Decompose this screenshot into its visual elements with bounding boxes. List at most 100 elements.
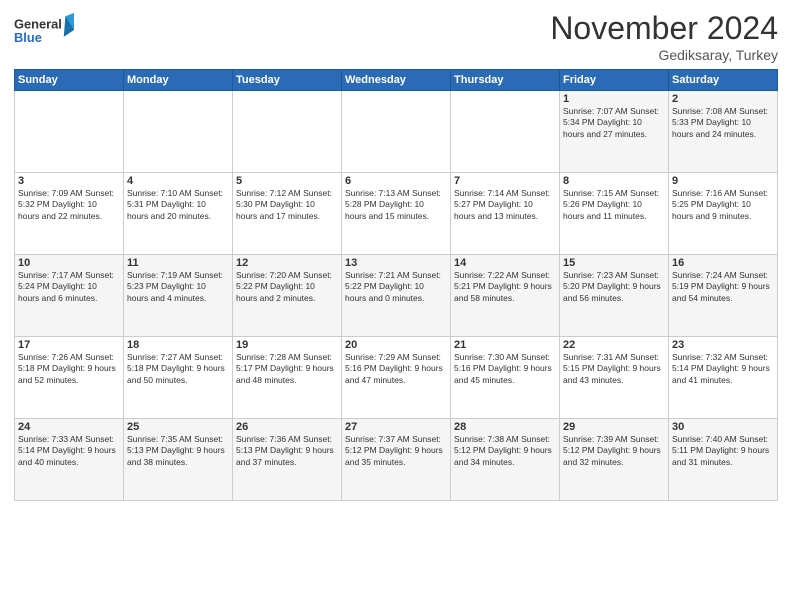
day-number: 21 xyxy=(454,339,556,351)
day-info: Sunrise: 7:35 AM Sunset: 5:13 PM Dayligh… xyxy=(127,434,229,468)
day-number: 4 xyxy=(127,175,229,187)
day-number: 20 xyxy=(345,339,447,351)
calendar-cell: 26Sunrise: 7:36 AM Sunset: 5:13 PM Dayli… xyxy=(233,419,342,501)
calendar-cell: 20Sunrise: 7:29 AM Sunset: 5:16 PM Dayli… xyxy=(342,337,451,419)
day-number: 27 xyxy=(345,421,447,433)
day-info: Sunrise: 7:30 AM Sunset: 5:16 PM Dayligh… xyxy=(454,352,556,386)
calendar-cell: 2Sunrise: 7:08 AM Sunset: 5:33 PM Daylig… xyxy=(669,91,778,173)
calendar-cell: 19Sunrise: 7:28 AM Sunset: 5:17 PM Dayli… xyxy=(233,337,342,419)
day-info: Sunrise: 7:20 AM Sunset: 5:22 PM Dayligh… xyxy=(236,270,338,304)
day-number: 18 xyxy=(127,339,229,351)
week-row-2: 3Sunrise: 7:09 AM Sunset: 5:32 PM Daylig… xyxy=(15,173,778,255)
day-info: Sunrise: 7:38 AM Sunset: 5:12 PM Dayligh… xyxy=(454,434,556,468)
calendar-cell: 17Sunrise: 7:26 AM Sunset: 5:18 PM Dayli… xyxy=(15,337,124,419)
day-number: 8 xyxy=(563,175,665,187)
calendar-cell: 21Sunrise: 7:30 AM Sunset: 5:16 PM Dayli… xyxy=(451,337,560,419)
day-number: 5 xyxy=(236,175,338,187)
calendar-cell: 18Sunrise: 7:27 AM Sunset: 5:18 PM Dayli… xyxy=(124,337,233,419)
week-row-1: 1Sunrise: 7:07 AM Sunset: 5:34 PM Daylig… xyxy=(15,91,778,173)
weekday-header-sunday: Sunday xyxy=(15,70,124,91)
calendar-body: 1Sunrise: 7:07 AM Sunset: 5:34 PM Daylig… xyxy=(15,91,778,501)
calendar-cell: 6Sunrise: 7:13 AM Sunset: 5:28 PM Daylig… xyxy=(342,173,451,255)
day-info: Sunrise: 7:08 AM Sunset: 5:33 PM Dayligh… xyxy=(672,106,774,140)
day-info: Sunrise: 7:22 AM Sunset: 5:21 PM Dayligh… xyxy=(454,270,556,304)
week-row-3: 10Sunrise: 7:17 AM Sunset: 5:24 PM Dayli… xyxy=(15,255,778,337)
weekday-header-tuesday: Tuesday xyxy=(233,70,342,91)
day-info: Sunrise: 7:19 AM Sunset: 5:23 PM Dayligh… xyxy=(127,270,229,304)
logo: General Blue xyxy=(14,10,74,50)
page-header: General Blue November 2024 Gediksaray, T… xyxy=(14,10,778,63)
day-number: 22 xyxy=(563,339,665,351)
calendar-cell xyxy=(124,91,233,173)
day-info: Sunrise: 7:13 AM Sunset: 5:28 PM Dayligh… xyxy=(345,188,447,222)
day-info: Sunrise: 7:17 AM Sunset: 5:24 PM Dayligh… xyxy=(18,270,120,304)
svg-text:General: General xyxy=(14,16,62,31)
day-info: Sunrise: 7:39 AM Sunset: 5:12 PM Dayligh… xyxy=(563,434,665,468)
logo-svg: General Blue xyxy=(14,10,74,50)
day-info: Sunrise: 7:26 AM Sunset: 5:18 PM Dayligh… xyxy=(18,352,120,386)
calendar-cell: 29Sunrise: 7:39 AM Sunset: 5:12 PM Dayli… xyxy=(560,419,669,501)
day-number: 23 xyxy=(672,339,774,351)
month-title: November 2024 xyxy=(550,10,778,47)
day-info: Sunrise: 7:21 AM Sunset: 5:22 PM Dayligh… xyxy=(345,270,447,304)
weekday-header-wednesday: Wednesday xyxy=(342,70,451,91)
week-row-5: 24Sunrise: 7:33 AM Sunset: 5:14 PM Dayli… xyxy=(15,419,778,501)
day-number: 28 xyxy=(454,421,556,433)
calendar-cell: 15Sunrise: 7:23 AM Sunset: 5:20 PM Dayli… xyxy=(560,255,669,337)
calendar-cell: 23Sunrise: 7:32 AM Sunset: 5:14 PM Dayli… xyxy=(669,337,778,419)
calendar-cell: 30Sunrise: 7:40 AM Sunset: 5:11 PM Dayli… xyxy=(669,419,778,501)
calendar-cell: 27Sunrise: 7:37 AM Sunset: 5:12 PM Dayli… xyxy=(342,419,451,501)
day-info: Sunrise: 7:15 AM Sunset: 5:26 PM Dayligh… xyxy=(563,188,665,222)
day-number: 10 xyxy=(18,257,120,269)
day-info: Sunrise: 7:09 AM Sunset: 5:32 PM Dayligh… xyxy=(18,188,120,222)
calendar-cell: 14Sunrise: 7:22 AM Sunset: 5:21 PM Dayli… xyxy=(451,255,560,337)
calendar-cell: 22Sunrise: 7:31 AM Sunset: 5:15 PM Dayli… xyxy=(560,337,669,419)
calendar-cell xyxy=(233,91,342,173)
calendar-cell: 8Sunrise: 7:15 AM Sunset: 5:26 PM Daylig… xyxy=(560,173,669,255)
calendar-cell xyxy=(15,91,124,173)
weekday-header-monday: Monday xyxy=(124,70,233,91)
calendar-cell: 1Sunrise: 7:07 AM Sunset: 5:34 PM Daylig… xyxy=(560,91,669,173)
day-info: Sunrise: 7:14 AM Sunset: 5:27 PM Dayligh… xyxy=(454,188,556,222)
calendar-cell: 24Sunrise: 7:33 AM Sunset: 5:14 PM Dayli… xyxy=(15,419,124,501)
day-number: 30 xyxy=(672,421,774,433)
day-info: Sunrise: 7:40 AM Sunset: 5:11 PM Dayligh… xyxy=(672,434,774,468)
day-number: 6 xyxy=(345,175,447,187)
day-info: Sunrise: 7:31 AM Sunset: 5:15 PM Dayligh… xyxy=(563,352,665,386)
calendar-cell: 28Sunrise: 7:38 AM Sunset: 5:12 PM Dayli… xyxy=(451,419,560,501)
calendar-cell: 25Sunrise: 7:35 AM Sunset: 5:13 PM Dayli… xyxy=(124,419,233,501)
day-number: 12 xyxy=(236,257,338,269)
calendar-cell: 4Sunrise: 7:10 AM Sunset: 5:31 PM Daylig… xyxy=(124,173,233,255)
day-number: 16 xyxy=(672,257,774,269)
calendar-cell xyxy=(342,91,451,173)
weekday-header-saturday: Saturday xyxy=(669,70,778,91)
calendar-header-row: SundayMondayTuesdayWednesdayThursdayFrid… xyxy=(15,70,778,91)
day-number: 11 xyxy=(127,257,229,269)
calendar-cell: 13Sunrise: 7:21 AM Sunset: 5:22 PM Dayli… xyxy=(342,255,451,337)
day-info: Sunrise: 7:33 AM Sunset: 5:14 PM Dayligh… xyxy=(18,434,120,468)
day-number: 13 xyxy=(345,257,447,269)
calendar-cell: 9Sunrise: 7:16 AM Sunset: 5:25 PM Daylig… xyxy=(669,173,778,255)
day-info: Sunrise: 7:27 AM Sunset: 5:18 PM Dayligh… xyxy=(127,352,229,386)
day-info: Sunrise: 7:07 AM Sunset: 5:34 PM Dayligh… xyxy=(563,106,665,140)
day-number: 1 xyxy=(563,93,665,105)
calendar-cell: 3Sunrise: 7:09 AM Sunset: 5:32 PM Daylig… xyxy=(15,173,124,255)
weekday-header-thursday: Thursday xyxy=(451,70,560,91)
svg-text:Blue: Blue xyxy=(14,30,42,45)
day-info: Sunrise: 7:10 AM Sunset: 5:31 PM Dayligh… xyxy=(127,188,229,222)
location: Gediksaray, Turkey xyxy=(550,47,778,63)
day-number: 14 xyxy=(454,257,556,269)
day-info: Sunrise: 7:37 AM Sunset: 5:12 PM Dayligh… xyxy=(345,434,447,468)
calendar-cell: 7Sunrise: 7:14 AM Sunset: 5:27 PM Daylig… xyxy=(451,173,560,255)
day-number: 7 xyxy=(454,175,556,187)
day-number: 25 xyxy=(127,421,229,433)
day-info: Sunrise: 7:28 AM Sunset: 5:17 PM Dayligh… xyxy=(236,352,338,386)
day-info: Sunrise: 7:36 AM Sunset: 5:13 PM Dayligh… xyxy=(236,434,338,468)
day-number: 26 xyxy=(236,421,338,433)
day-info: Sunrise: 7:24 AM Sunset: 5:19 PM Dayligh… xyxy=(672,270,774,304)
day-info: Sunrise: 7:12 AM Sunset: 5:30 PM Dayligh… xyxy=(236,188,338,222)
day-number: 17 xyxy=(18,339,120,351)
calendar-cell xyxy=(451,91,560,173)
day-number: 29 xyxy=(563,421,665,433)
day-number: 3 xyxy=(18,175,120,187)
